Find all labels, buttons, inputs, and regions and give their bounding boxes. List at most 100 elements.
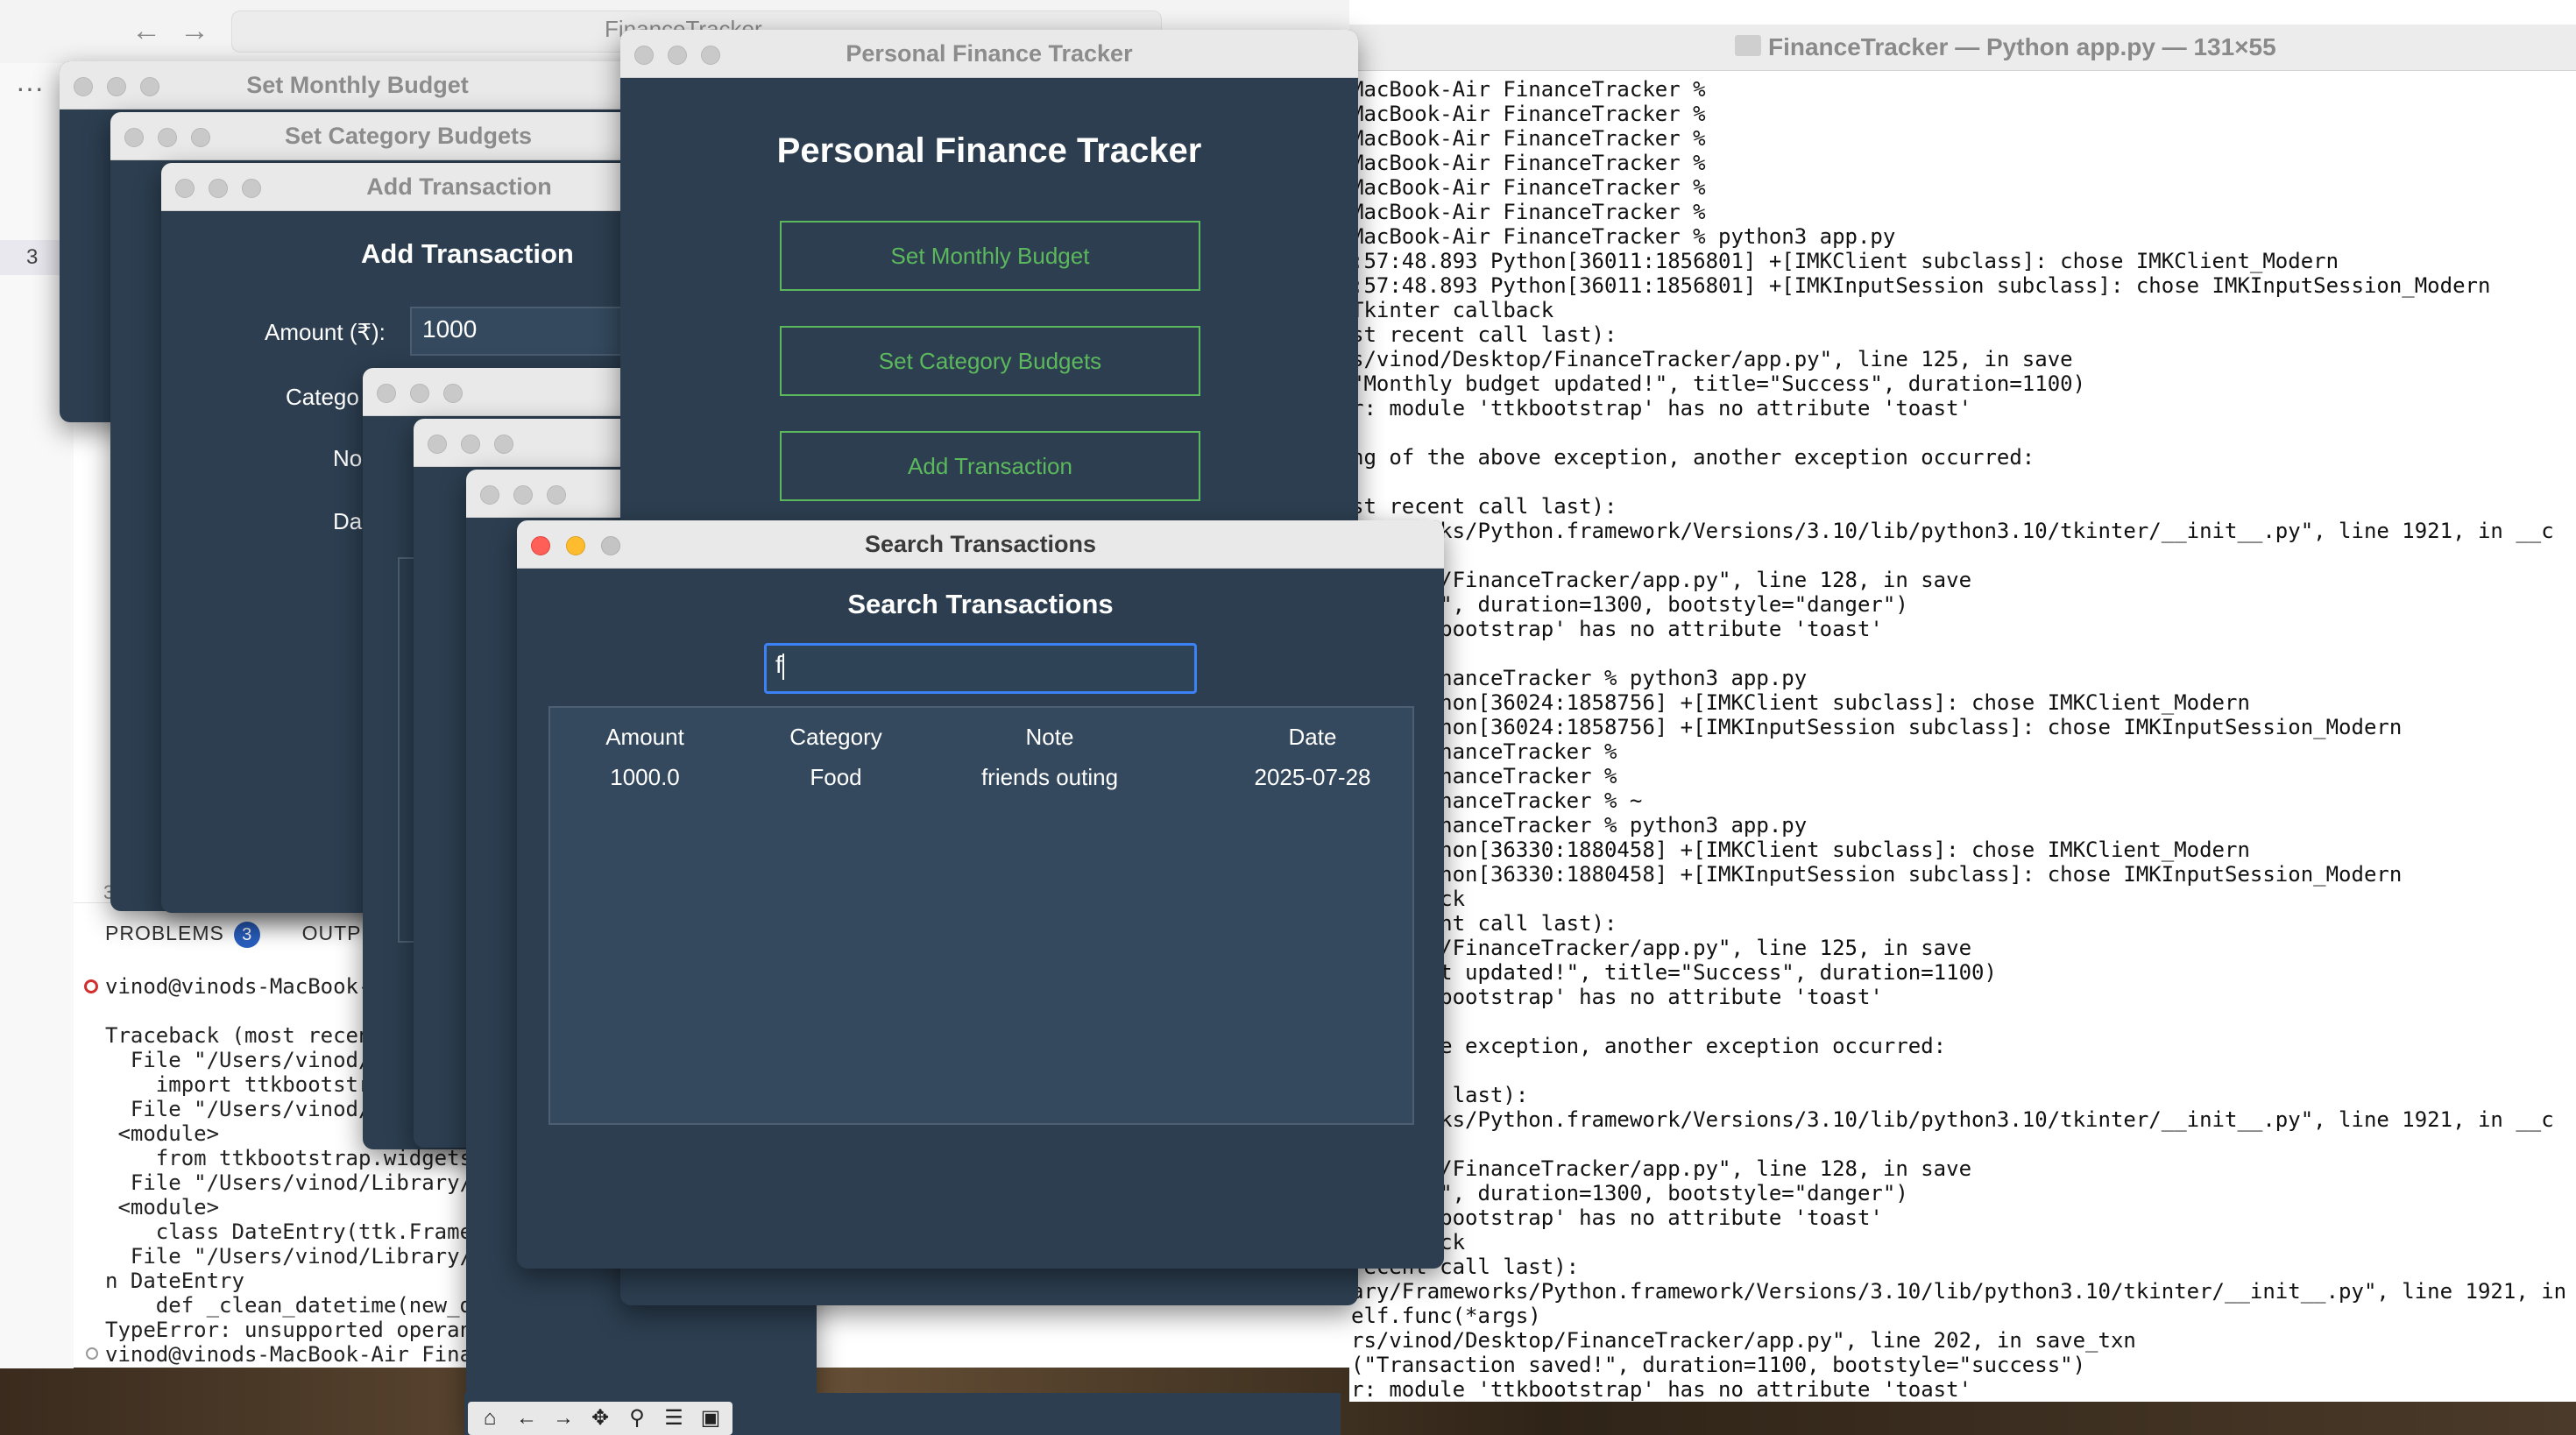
- terminal-line: 543 Python[36330:1880458] +[IMKClient su…: [1351, 838, 2250, 862]
- terminal-line: ng of the above exception, another excep…: [1351, 445, 2035, 470]
- amount-label: Amount (₹):: [265, 319, 386, 345]
- terminal-line: st recent call last):: [1351, 322, 1617, 347]
- column-header-category[interactable]: Category: [766, 724, 906, 751]
- more-dots-icon[interactable]: ···: [16, 72, 44, 104]
- set-category-budgets-button[interactable]: Set Category Budgets: [780, 326, 1200, 396]
- zoom-button[interactable]: [443, 384, 463, 403]
- terminal-line: Desktop/FinanceTracker/app.py", line 128…: [1351, 1156, 1972, 1181]
- column-header-date[interactable]: Date: [1225, 724, 1400, 751]
- plot-toolbar: ⌂ ← → ✥ ⚲ ☰ ▣: [468, 1402, 732, 1435]
- terminal-line: 289 Python[36024:1858756] +[IMKClient su…: [1351, 690, 2250, 715]
- add-transaction-heading: Add Transaction: [361, 238, 574, 269]
- terminal-line: vinod@vinods-MacBook-Air Finar: [105, 1342, 485, 1367]
- terminal-line: File "/Users/vinod/Library/: [105, 1170, 473, 1195]
- folder-icon: [1735, 35, 1761, 56]
- forward-arrow-icon[interactable]: →: [548, 1404, 578, 1432]
- minimize-button[interactable]: [461, 435, 480, 454]
- terminal-line: -Air FinanceTracker %: [1351, 764, 1617, 788]
- close-button[interactable]: [428, 435, 447, 454]
- terminal-line: n DateEntry: [105, 1269, 244, 1293]
- tab-problems[interactable]: PROBLEMS: [105, 922, 224, 944]
- back-arrow-icon[interactable]: ←: [512, 1404, 541, 1432]
- terminal-title: FinanceTracker — Python app.py — 131×55: [1768, 33, 2276, 60]
- terminal-line: ("Transaction saved!", duration=1100, bo…: [1351, 1353, 2086, 1377]
- terminal-line: he above exception, another exception oc…: [1351, 1034, 1947, 1058]
- window-title-bar: Set Monthly Budget: [60, 61, 655, 110]
- terminal-line: :57:48.893 Python[36011:1856801] +[IMKCl…: [1351, 249, 2339, 273]
- home-icon[interactable]: ⌂: [475, 1404, 505, 1432]
- column-header-amount[interactable]: Amount: [575, 724, 715, 751]
- set-monthly-budget-button[interactable]: Set Monthly Budget: [780, 221, 1200, 291]
- date-label: Da: [333, 508, 363, 534]
- window-title-bar: Search Transactions: [517, 520, 1444, 569]
- save-icon[interactable]: ▣: [696, 1404, 725, 1432]
- terminal-line: elf.func(*args): [1351, 1304, 1541, 1328]
- terminal-output: MacBook-Air FinanceTracker % MacBook-Air …: [1351, 77, 2576, 1402]
- terminal-line: from ttkbootstrap.widgets: [105, 1146, 473, 1170]
- terminal-line: recent call last):: [1351, 1255, 1580, 1279]
- cell-date: 2025-07-28: [1254, 764, 1371, 790]
- terminal-line: le 'ttkbootstrap' has no attribute 'toas…: [1351, 617, 1883, 641]
- terminal-line: MacBook-Air FinanceTracker %: [1351, 175, 1706, 200]
- column-header-note[interactable]: Note: [962, 724, 1137, 751]
- terminal-line: r: module 'ttkbootstrap' has no attribut…: [1351, 1377, 1972, 1402]
- terminal-line: d value", duration=1300, bootstyle="dang…: [1351, 592, 1908, 617]
- terminal-line: <module>: [105, 1195, 220, 1219]
- close-button[interactable]: [480, 485, 499, 505]
- terminal-line: rameworks/Python.framework/Versions/3.10…: [1351, 1107, 2554, 1132]
- terminal-line: Tkinter callback: [1351, 298, 1554, 322]
- terminal-line: *args): [1351, 543, 2576, 568]
- app-heading: Personal Finance Tracker: [776, 131, 1202, 170]
- minimize-button[interactable]: [513, 485, 533, 505]
- terminal-line: *args): [1351, 1132, 2576, 1156]
- close-button[interactable]: [377, 384, 396, 403]
- search-input[interactable]: f: [764, 643, 1197, 694]
- note-label: No: [333, 445, 363, 471]
- terminal-line: MacBook-Air FinanceTracker %: [1351, 126, 1706, 151]
- terminal-line: MacBook-Air FinanceTracker %: [1351, 151, 1706, 175]
- terminal-line: MacBook-Air FinanceTracker %: [1351, 102, 1706, 126]
- window-title: Set Category Budgets: [284, 123, 533, 149]
- terminal-line: MacBook-Air FinanceTracker %: [1351, 200, 1706, 224]
- problems-count-badge: 3: [234, 922, 261, 948]
- active-line-number: 3: [26, 245, 39, 269]
- zoom-icon[interactable]: ⚲: [622, 1404, 652, 1432]
- terminal-line: st recent call last):: [1351, 911, 1617, 936]
- terminal-line: MacBook-Air FinanceTracker % python3 app…: [1351, 224, 1896, 249]
- back-arrow-icon[interactable]: ←: [131, 14, 161, 48]
- error-icon: [84, 979, 98, 993]
- cell-note: friends outing: [980, 764, 1119, 790]
- category-label: Catego: [286, 384, 359, 410]
- terminal-line: nt call last):: [1351, 1083, 1529, 1107]
- search-heading: Search Transactions: [847, 589, 1114, 619]
- pan-icon[interactable]: ✥: [585, 1404, 615, 1432]
- window-title: Search Transactions: [864, 531, 1097, 557]
- terminal-line: 543 Python[36330:1880458] +[IMKInputSess…: [1351, 862, 2403, 887]
- terminal-line: :57:48.893 Python[36011:1856801] +[IMKIn…: [1351, 273, 2491, 298]
- prompt-circle-icon: [86, 1347, 98, 1360]
- add-transaction-button[interactable]: Add Transaction: [780, 431, 1200, 501]
- terminal-line: y budget updated!", title="Success", dur…: [1351, 960, 1997, 985]
- terminal-line: le 'ttkbootstrap' has no attribute 'toas…: [1351, 1205, 1883, 1230]
- terminal-line: 289 Python[36024:1858756] +[IMKInputSess…: [1351, 715, 2403, 739]
- terminal-line: MacBook-Air FinanceTracker %: [1351, 77, 1706, 102]
- terminal-line: ary/Frameworks/Python.framework/Versions…: [1351, 1279, 2576, 1304]
- minimize-button[interactable]: [410, 384, 429, 403]
- zoom-button[interactable]: [494, 435, 513, 454]
- forward-arrow-icon[interactable]: →: [180, 14, 209, 48]
- configure-icon[interactable]: ☰: [659, 1404, 689, 1432]
- terminal-line: le 'ttkbootstrap' has no attribute 'toas…: [1351, 985, 1883, 1009]
- terminal-line: s/vinod/Desktop/FinanceTracker/app.py", …: [1351, 347, 2073, 371]
- window-title: Set Monthly Budget: [246, 72, 469, 98]
- terminal-line: callback: [1351, 887, 2576, 911]
- results-table[interactable]: Amount Category Note Date 1000.0 Food fr…: [548, 706, 1414, 1125]
- text-cursor: [782, 653, 784, 680]
- terminal-line: def _clean_datetime(new_da: [105, 1293, 485, 1318]
- panel-tabs: PROBLEMS 3 OUTPUT: [105, 922, 390, 948]
- zoom-button[interactable]: [547, 485, 566, 505]
